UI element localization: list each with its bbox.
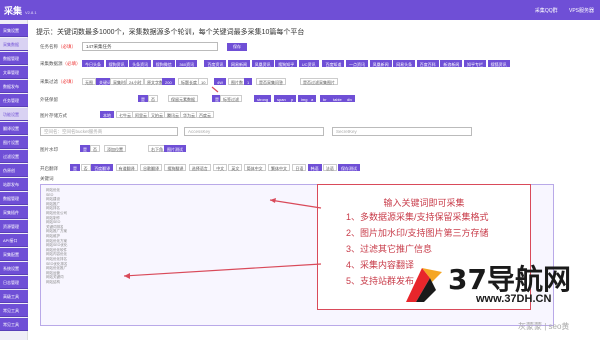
arrow-head: [124, 273, 130, 279]
logo-text: 37导航网: [448, 263, 571, 296]
arrow-line: [269, 199, 322, 209]
arrow-line: [123, 263, 322, 277]
logo-icon: [406, 268, 442, 302]
watermark-text: 灰蒙蒙 | seo黄: [518, 322, 570, 331]
arrow-head: [270, 198, 276, 203]
arrow-line: [211, 86, 219, 93]
site-logo: 37导航网 www.37DH.CN: [402, 258, 598, 308]
logo-url: www.37DH.CN: [476, 293, 552, 305]
